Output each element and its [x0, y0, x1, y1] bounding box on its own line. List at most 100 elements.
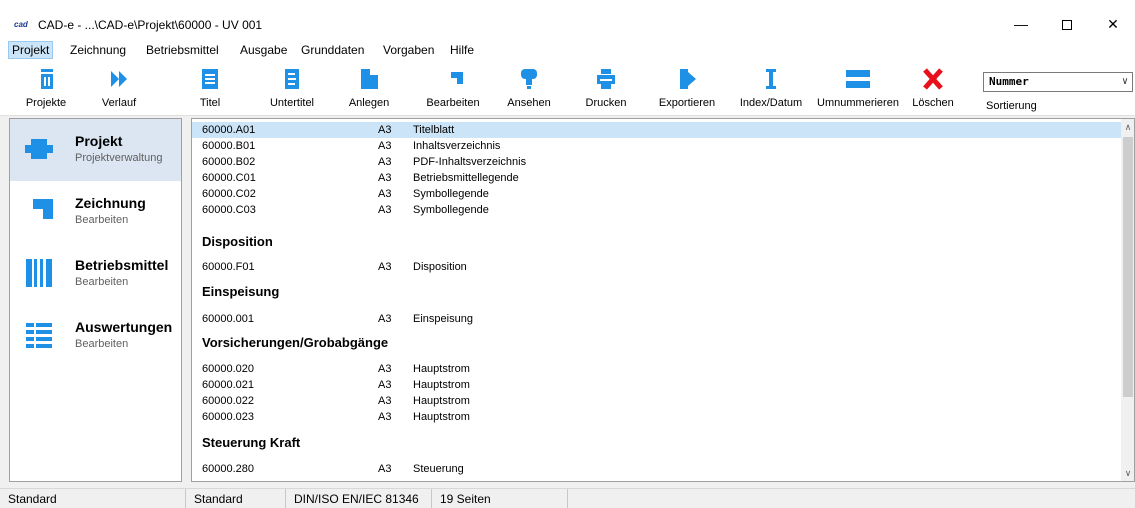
renumber-button[interactable]: Umnummerieren — [815, 68, 901, 114]
sheet-format: A3 — [378, 140, 392, 152]
sidebar-item-auswertungen[interactable]: Auswertungen Bearbeiten — [10, 305, 181, 367]
sidebar-item-projekt[interactable]: Projekt Projektverwaltung — [10, 119, 181, 181]
subtitle-button[interactable]: Untertitel — [265, 68, 319, 114]
sheet-description: Hauptstrom — [413, 411, 470, 423]
status-mode: Standard — [0, 489, 186, 508]
renumber-icon — [846, 70, 870, 88]
edit-icon — [447, 72, 463, 88]
menu-grunddaten[interactable]: Grunddaten — [298, 41, 367, 59]
scroll-thumb[interactable] — [1123, 137, 1133, 397]
sheet-description: Symbollegende — [413, 204, 489, 216]
view-button[interactable]: Ansehen — [505, 68, 553, 114]
sheet-description: Titelblatt — [413, 124, 455, 136]
sheet-id: 60000.C03 — [202, 204, 256, 216]
create-button[interactable]: Anlegen — [344, 68, 394, 114]
sidebar-item-title: Projekt — [75, 133, 123, 149]
title-button[interactable]: Titel — [190, 68, 230, 114]
sheet-id: 60000.021 — [202, 379, 254, 391]
sheet-id: 60000.B01 — [202, 140, 256, 152]
group-heading: Disposition — [202, 234, 273, 249]
maximize-button[interactable] — [1044, 10, 1090, 38]
menu-ausgabe[interactable]: Ausgabe — [237, 41, 290, 59]
edit-button[interactable]: Bearbeiten — [424, 68, 482, 114]
projects-icon — [41, 69, 53, 89]
window-title: CAD-e - ...\CAD-e\Projekt\60000 - UV 001 — [38, 18, 263, 32]
table-row[interactable]: 60000.C01 A3 Betriebsmittellegende — [192, 170, 1121, 186]
index-date-button[interactable]: Index/Datum — [738, 68, 804, 114]
table-row[interactable]: 60000.021 A3 Hauptstrom — [192, 377, 1121, 393]
scroll-down-icon[interactable]: ∨ — [1121, 465, 1134, 481]
group-heading: Vorsicherungen/Grobabgänge — [202, 335, 389, 350]
index-date-label: Index/Datum — [739, 97, 803, 109]
sidebar-item-subtitle: Bearbeiten — [75, 214, 129, 226]
table-row[interactable]: 60000.020 A3 Hauptstrom — [192, 361, 1121, 377]
sheet-format: A3 — [378, 261, 392, 273]
menu-hilfe[interactable]: Hilfe — [447, 41, 477, 59]
minimize-button[interactable]: — — [998, 10, 1044, 38]
history-label: Verlauf — [101, 97, 137, 109]
export-button[interactable]: Exportieren — [656, 68, 718, 114]
sidebar-item-betriebsmittel[interactable]: Betriebsmittel Bearbeiten — [10, 243, 181, 305]
sheet-description: Disposition — [413, 261, 467, 273]
print-label: Drucken — [585, 97, 627, 109]
table-row[interactable]: 60000.F01 A3 Disposition — [192, 259, 1121, 275]
title-label: Titel — [199, 97, 221, 109]
sheet-description: Hauptstrom — [413, 363, 470, 375]
sheet-format: A3 — [378, 124, 392, 136]
menu-bar: Projekt Zeichnung Betriebsmittel Ausgabe… — [0, 38, 1135, 60]
status-pages: 19 Seiten — [432, 489, 568, 508]
sheet-id: 60000.C02 — [202, 188, 256, 200]
scroll-up-icon[interactable]: ∧ — [1121, 119, 1134, 135]
table-row[interactable]: 60000.023 A3 Hauptstrom — [192, 409, 1121, 425]
sheet-id: 60000.A01 — [202, 124, 256, 136]
menu-vorgaben[interactable]: Vorgaben — [380, 41, 437, 59]
sheet-id: 60000.280 — [202, 463, 254, 475]
sidebar-item-zeichnung[interactable]: Zeichnung Bearbeiten — [10, 181, 181, 243]
sheet-format: A3 — [378, 204, 392, 216]
renumber-label: Umnummerieren — [817, 97, 899, 109]
sheet-format: A3 — [378, 156, 392, 168]
sheet-format: A3 — [378, 172, 392, 184]
edit-label: Bearbeiten — [426, 97, 480, 109]
menu-betriebsmittel[interactable]: Betriebsmittel — [143, 41, 222, 59]
close-button[interactable]: ✕ — [1090, 10, 1135, 38]
history-button[interactable]: Verlauf — [95, 68, 143, 114]
table-row[interactable]: 60000.022 A3 Hauptstrom — [192, 393, 1121, 409]
menu-zeichnung[interactable]: Zeichnung — [67, 41, 129, 59]
sheet-description: PDF-Inhaltsverzeichnis — [413, 156, 527, 168]
table-row[interactable]: 60000.C03 A3 Symbollegende — [192, 202, 1121, 218]
table-row[interactable]: 60000.C02 A3 Symbollegende — [192, 186, 1121, 202]
toolbar: Projekte Verlauf Titel Untertitel Anlege… — [0, 60, 1135, 116]
sheet-list: 60000.A01 A3 Titelblatt 60000.B01 A3 Inh… — [191, 118, 1135, 482]
sheet-id: 60000.B02 — [202, 156, 256, 168]
menu-projekt[interactable]: Projekt — [8, 41, 54, 59]
sort-select[interactable]: Nummer ∨ — [983, 72, 1133, 92]
group-heading: Einspeisung — [202, 284, 280, 299]
sidebar-item-title: Auswertungen — [75, 319, 173, 335]
table-row[interactable]: 60000.280 A3 Steuerung — [192, 461, 1121, 477]
table-row[interactable]: 60000.B02 A3 PDF-Inhaltsverzeichnis — [192, 154, 1121, 170]
sort-label: Sortierung — [986, 100, 1037, 112]
table-row[interactable]: 60000.B01 A3 Inhaltsverzeichnis — [192, 138, 1121, 154]
sidebar-item-subtitle: Bearbeiten — [75, 338, 129, 350]
create-label: Anlegen — [348, 97, 390, 109]
table-row[interactable]: 60000.001 A3 Einspeisung — [192, 311, 1121, 327]
delete-button[interactable]: Löschen — [908, 68, 958, 114]
sheet-format: A3 — [378, 463, 392, 475]
create-icon — [361, 69, 378, 89]
vertical-scrollbar[interactable]: ∧ ∨ — [1121, 119, 1134, 481]
sheet-description: Hauptstrom — [413, 379, 470, 391]
sheet-id: 60000.022 — [202, 395, 254, 407]
table-row[interactable]: 60000.A01 A3 Titelblatt — [192, 122, 1121, 138]
print-icon — [597, 69, 615, 89]
print-button[interactable]: Drucken — [582, 68, 630, 114]
sidebar-item-subtitle: Bearbeiten — [75, 276, 129, 288]
sidebar-item-title: Zeichnung — [75, 195, 146, 211]
projects-button[interactable]: Projekte — [22, 68, 70, 114]
export-label: Exportieren — [658, 97, 716, 109]
sheet-id: 60000.023 — [202, 411, 254, 423]
status-standard: DIN/ISO EN/IEC 81346 — [286, 489, 432, 508]
sheet-format: A3 — [378, 379, 392, 391]
sheet-description: Hauptstrom — [413, 395, 470, 407]
sheet-description: Symbollegende — [413, 188, 489, 200]
